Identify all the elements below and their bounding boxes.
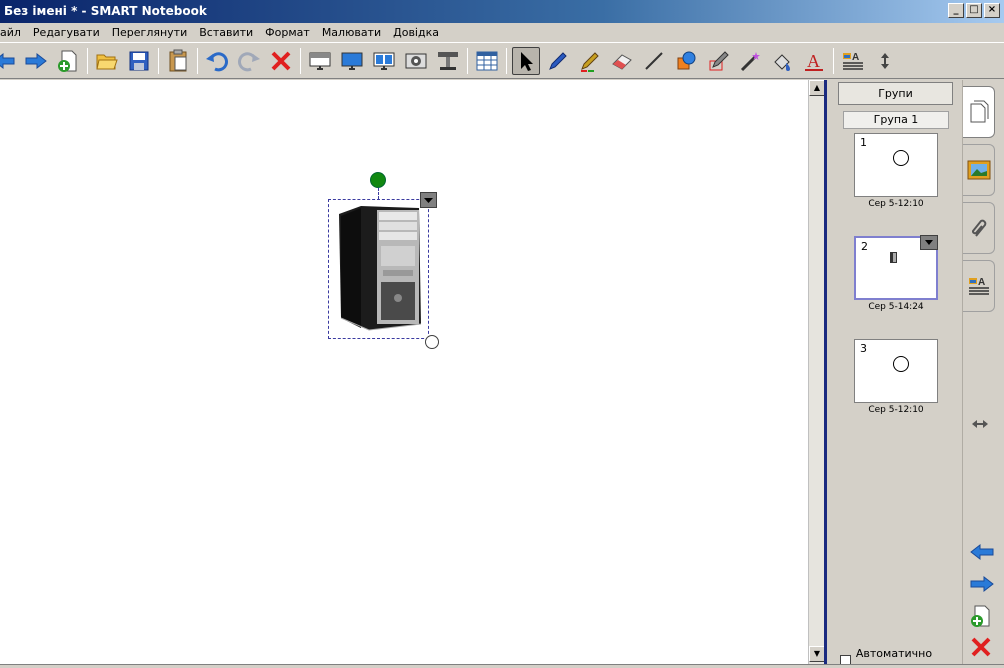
scroll-up-button[interactable]: ▲ [809, 80, 825, 96]
full-screen-icon[interactable] [338, 47, 366, 75]
table-icon[interactable] [473, 47, 501, 75]
close-button[interactable]: × [984, 3, 1000, 18]
title-bar: Без імені * - SMART Notebook _ □ × [0, 0, 1004, 23]
properties-icon: A [968, 277, 989, 295]
menu-bar: айл Редагувати Переглянути Вставити Форм… [0, 23, 1004, 41]
page-time: Сер 5-12:10 [868, 199, 924, 209]
page-time: Сер 5-12:10 [868, 405, 924, 415]
minimize-button[interactable]: _ [948, 3, 964, 18]
page-number: 2 [861, 240, 868, 253]
dual-display-icon[interactable] [370, 47, 398, 75]
paperclip-icon [971, 219, 986, 237]
groups-button[interactable]: Групи [838, 82, 953, 105]
add-page-icon[interactable] [54, 47, 82, 75]
rotate-stem [378, 188, 379, 199]
properties-icon[interactable]: A [839, 47, 867, 75]
menu-insert[interactable]: Вставити [193, 26, 259, 39]
redo-icon[interactable] [235, 47, 263, 75]
capture-icon[interactable] [402, 47, 430, 75]
tab-attachments[interactable] [963, 202, 995, 254]
page-menu-button[interactable] [920, 235, 938, 250]
page-thumbnail[interactable]: 1 [854, 133, 938, 197]
undo-icon[interactable] [203, 47, 231, 75]
line-icon[interactable] [640, 47, 668, 75]
page-sorter-icon [970, 100, 988, 123]
toolbar-separator [87, 47, 88, 74]
text-icon[interactable]: A [800, 47, 828, 75]
toolbar-separator [833, 47, 834, 74]
forward-icon[interactable] [22, 47, 50, 75]
side-tabs: A [962, 80, 1004, 664]
open-icon[interactable] [93, 47, 121, 75]
page-thumbnail[interactable]: 3 [854, 339, 938, 403]
group-header[interactable]: Група 1 [843, 111, 949, 129]
toolbar-separator [197, 47, 198, 74]
main-toolbar: A A [0, 42, 1004, 79]
computer-tower-image[interactable] [329, 200, 428, 338]
magic-pen-icon[interactable] [704, 47, 732, 75]
page-time: Сер 5-14:24 [868, 302, 924, 312]
toolbar-separator [300, 47, 301, 74]
move-toolbar-icon[interactable] [871, 47, 899, 75]
paste-icon[interactable] [164, 47, 192, 75]
tab-page-sorter[interactable] [963, 86, 995, 138]
delete-page-icon[interactable] [970, 636, 992, 661]
page-number: 1 [860, 136, 867, 149]
circle-shape [893, 150, 909, 166]
page-sorter-panel: Групи Група 1 1 Сер 5-12:10 2 Сер 5-14:2… [827, 80, 962, 668]
object-menu-button[interactable] [420, 192, 437, 208]
circle-shape [893, 356, 909, 372]
eraser-icon[interactable] [608, 47, 636, 75]
tab-properties[interactable]: A [963, 260, 995, 312]
toolbar-separator [467, 47, 468, 74]
fill-icon[interactable] [768, 47, 796, 75]
gallery-icon [967, 160, 990, 180]
scroll-down-button[interactable]: ▼ [809, 646, 825, 662]
tab-gallery[interactable] [963, 144, 995, 196]
resize-arrows-icon[interactable] [971, 418, 989, 433]
menu-help[interactable]: Довідка [387, 26, 445, 39]
resize-handle[interactable] [425, 335, 439, 349]
svg-text:A: A [807, 51, 820, 71]
window-title: Без імені * - SMART Notebook [4, 4, 207, 18]
back-icon[interactable] [0, 47, 18, 75]
svg-text:A: A [978, 277, 985, 288]
selected-object-frame[interactable] [328, 199, 429, 339]
page-thumbnail-selected[interactable]: 2 [854, 235, 938, 300]
shapes-icon[interactable] [672, 47, 700, 75]
notebook-page-canvas[interactable] [0, 80, 808, 664]
maximize-button[interactable]: □ [966, 3, 982, 18]
screen-shade-icon[interactable] [306, 47, 334, 75]
toolbar-separator [506, 47, 507, 74]
menu-view[interactable]: Переглянути [106, 26, 193, 39]
next-page-icon[interactable] [969, 574, 995, 597]
svg-text:A: A [852, 52, 859, 63]
computer-mini-icon [890, 252, 897, 263]
menu-edit[interactable]: Редагувати [27, 26, 106, 39]
vertical-scrollbar[interactable]: ▲ ▼ [808, 80, 825, 664]
status-strip [0, 664, 1004, 668]
doc-camera-icon[interactable] [434, 47, 462, 75]
pen-icon[interactable] [544, 47, 572, 75]
menu-format[interactable]: Формат [259, 26, 316, 39]
save-icon[interactable] [125, 47, 153, 75]
prev-page-icon[interactable] [969, 542, 995, 565]
app-window: Без імені * - SMART Notebook _ □ × айл Р… [0, 0, 1004, 668]
menu-draw[interactable]: Малювати [316, 26, 387, 39]
delete-icon[interactable] [267, 47, 295, 75]
select-icon[interactable] [512, 46, 540, 75]
rotate-handle[interactable] [370, 172, 386, 188]
creative-pen-icon[interactable] [576, 47, 604, 75]
menu-file[interactable]: айл [0, 26, 27, 39]
page-number: 3 [860, 342, 867, 355]
toolbar-separator [158, 47, 159, 74]
magic-wand-icon[interactable] [736, 47, 764, 75]
add-page-icon[interactable] [969, 604, 993, 631]
